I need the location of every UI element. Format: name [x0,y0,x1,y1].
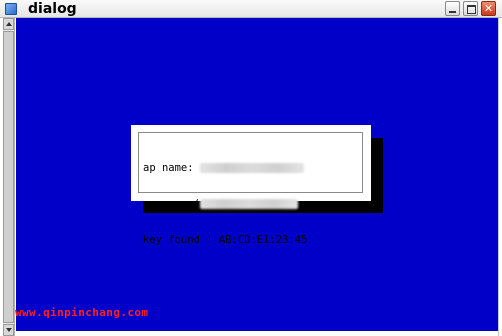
app-window-icon [5,3,17,15]
scroll-up-arrow-icon[interactable] [3,18,14,30]
redacted-ap-mac [199,199,298,209]
app-window: dialog ✕ ap name: ap mac: ( key found ! … [0,0,502,336]
key-found-line: key found ! AB:CD:E1:23:45 [143,234,307,246]
maximize-button[interactable] [463,1,478,16]
scroll-thumb[interactable] [3,31,14,323]
info-dialog: ap name: ap mac: ( key found ! AB:CD:E1:… [131,125,371,246]
ap-mac-label: ap mac: ( [143,198,200,210]
close-button[interactable]: ✕ [481,1,496,16]
maximize-icon [467,5,476,14]
scroll-down-arrow-icon[interactable] [3,324,14,336]
ap-mac-line: ap mac: ( [143,198,307,210]
window-right-border [498,18,502,336]
ap-name-label: ap name: [143,162,200,174]
minimize-icon [449,11,456,13]
redacted-ap-name [199,163,304,173]
vertical-scrollbar[interactable] [3,18,15,336]
dialog-lines: ap name: ap mac: ( key found ! AB:CD:E1:… [143,138,307,270]
minimize-button[interactable] [445,1,460,16]
close-icon: ✕ [483,2,494,15]
ap-name-line: ap name: [143,162,307,174]
watermark-text: www.qinpinchang.com [15,306,149,319]
title-bar[interactable]: dialog ✕ [0,0,502,18]
key-found-text: key found ! AB:CD:E1:23:45 [143,234,308,246]
window-title: dialog [28,1,77,17]
dialog-text-box: ap name: ap mac: ( key found ! AB:CD:E1:… [138,132,363,246]
window-bottom-border [16,331,498,336]
